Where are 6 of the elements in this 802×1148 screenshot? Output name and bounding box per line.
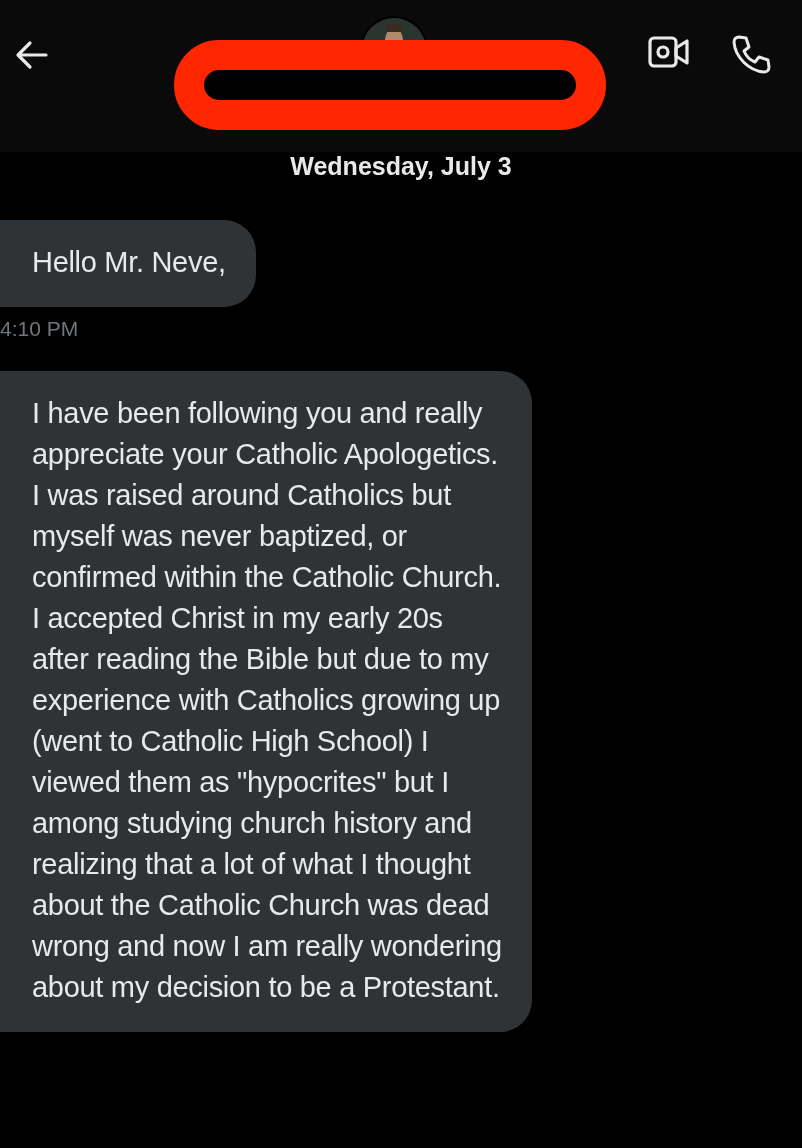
- message-bubble: Hello Mr. Neve,: [0, 220, 256, 307]
- message-bubble: I have been following you and really appreciate your Catholic Apologetics. I was raised around Catholics but myself was never baptized, or confirmed within the Catholic Church. I accepted Christ in my early 20s after reading the Bible but due to my experience with Catholics growing up (went to Catholic High School) I viewed them as "hypocrites" but I among studying church history and realizing that a lot of what I thought about the Catholic Church was dead wrong and now I am really wondering about my decision to be a Protestant.: [0, 371, 532, 1032]
- video-camera-icon: [648, 34, 690, 70]
- date-divider: Wednesday, July 3: [289, 152, 513, 182]
- phone-icon: [730, 34, 772, 76]
- message-time: 4:10 PM: [0, 317, 79, 341]
